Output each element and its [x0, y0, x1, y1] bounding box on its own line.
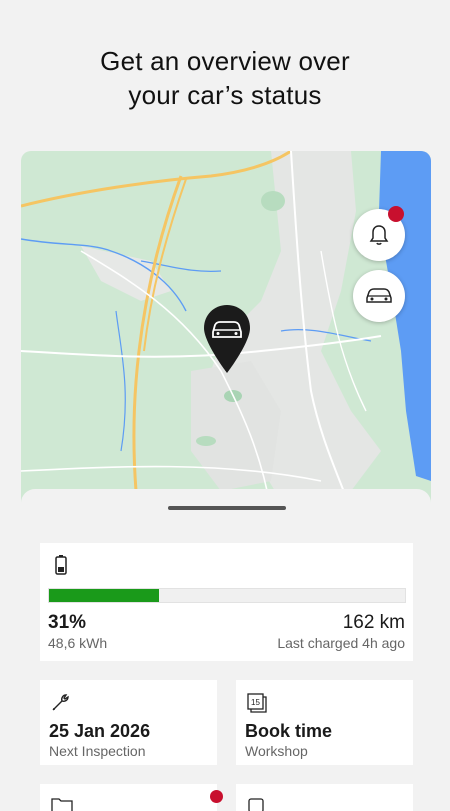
battery-range: 162 km	[342, 612, 405, 633]
status-bottom-sheet[interactable]: 31% 48,6 kWh 162 km Last charged 4h ago …	[21, 489, 431, 811]
notification-badge	[388, 206, 404, 222]
last-charged-text: Last charged 4h ago	[277, 635, 405, 651]
book-time-title: Book time	[245, 721, 333, 741]
document-icon	[246, 795, 266, 811]
more-card[interactable]	[236, 784, 413, 811]
headline-line-1: Get an overview over	[100, 46, 350, 76]
vehicle-button[interactable]	[353, 270, 405, 322]
battery-percent: 31%	[48, 612, 87, 633]
battery-level-bar	[48, 588, 406, 603]
battery-card[interactable]: 31% 48,6 kWh 162 km Last charged 4h ago	[40, 543, 413, 661]
inspection-label: Next Inspection	[49, 743, 146, 759]
headline: Get an overview over your car’s status	[0, 44, 450, 112]
wrench-icon	[50, 691, 72, 718]
vehicle-location-marker[interactable]	[202, 303, 252, 375]
book-workshop-card[interactable]: 15 Book time Workshop	[236, 680, 413, 765]
map-view[interactable]	[21, 151, 431, 511]
map-pin-icon	[204, 305, 250, 373]
app-screen: 31% 48,6 kWh 162 km Last charged 4h ago …	[21, 151, 431, 811]
bell-icon	[369, 225, 389, 245]
battery-energy: 48,6 kWh	[48, 635, 108, 651]
battery-icon	[55, 555, 67, 580]
battery-level-fill	[49, 589, 160, 602]
inspection-date: 25 Jan 2026	[49, 721, 151, 741]
headline-line-2: your car’s status	[128, 80, 322, 110]
inspection-card[interactable]: 25 Jan 2026 Next Inspection	[40, 680, 217, 765]
car-icon	[366, 288, 392, 303]
documents-card[interactable]	[40, 784, 223, 811]
workshop-label: Workshop	[245, 743, 308, 759]
documents-badge	[210, 790, 223, 803]
folder-icon	[50, 795, 74, 811]
calendar-icon: 15	[246, 691, 268, 718]
calendar-day: 15	[251, 698, 260, 707]
sheet-drag-handle[interactable]	[168, 506, 286, 510]
